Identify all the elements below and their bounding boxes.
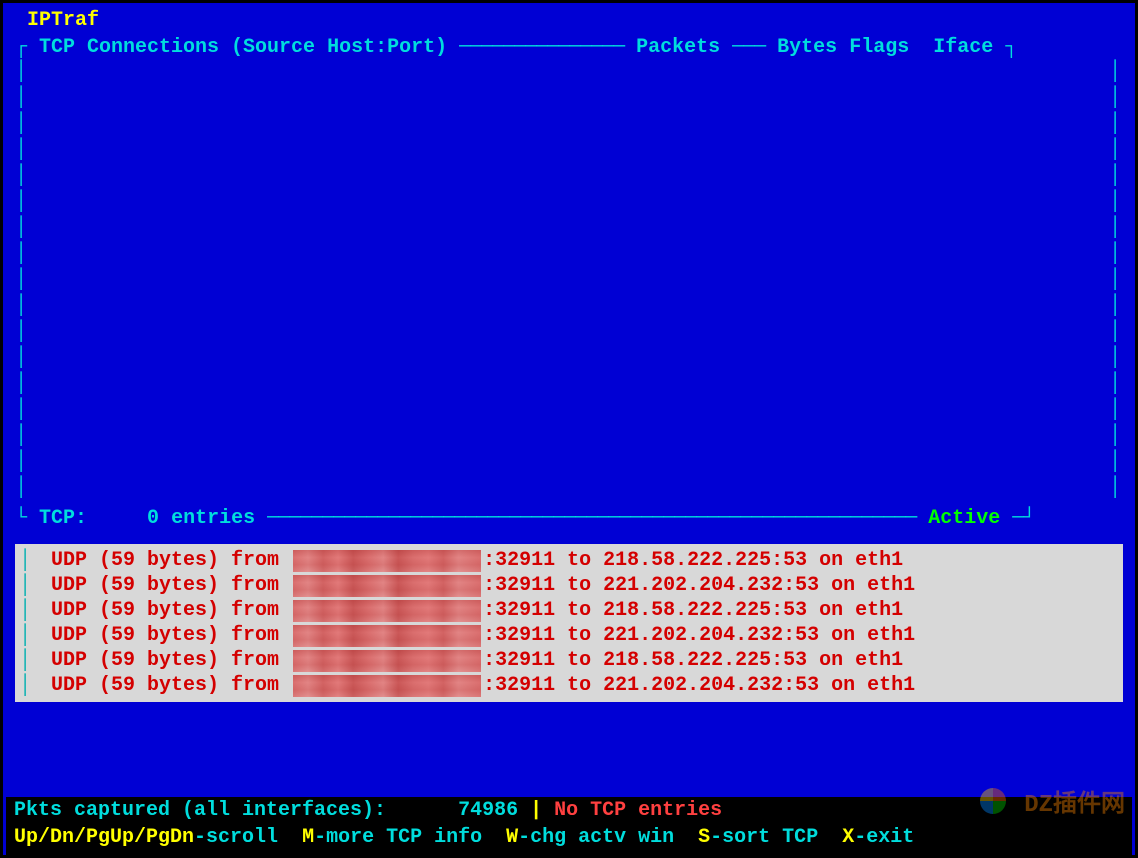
captured-label: Pkts captured (all interfaces):	[14, 799, 386, 822]
udp-pipe-icon: │	[15, 649, 39, 672]
tcp-entry-count: 0	[147, 507, 159, 530]
hotkey-bar: Up/Dn/PgUp/PgDn -scroll M -more TCP info…	[6, 824, 1132, 855]
corner-tr-icon: ┐	[1005, 36, 1017, 59]
right-border: │││││││││││││││││	[1109, 59, 1121, 501]
udp-suffix: :32911 to 221.202.204.232:53 on eth1	[483, 674, 915, 697]
udp-log-panel[interactable]: │ UDP (59 bytes) from :32911 to 218.58.2…	[15, 544, 1123, 702]
udp-prefix: UDP (59 bytes) from	[39, 599, 291, 622]
tcp-footer-label: TCP:	[27, 507, 147, 530]
no-tcp-label: No TCP entries	[554, 799, 722, 822]
udp-prefix: UDP (59 bytes) from	[39, 574, 291, 597]
udp-entry: │ UDP (59 bytes) from :32911 to 218.58.2…	[15, 648, 1123, 673]
captured-spacer	[386, 799, 458, 822]
tcp-header-label: TCP Connections (Source Host:Port)	[27, 36, 459, 59]
udp-entry: │ UDP (59 bytes) from :32911 to 221.202.…	[15, 573, 1123, 598]
corner-br-icon: ┘	[1023, 507, 1035, 530]
udp-prefix: UDP (59 bytes) from	[39, 674, 291, 697]
hotkey-more-label: -more TCP info	[314, 826, 506, 849]
hotkey-more[interactable]: M	[302, 826, 314, 849]
col-packets: Packets	[624, 36, 732, 59]
footer-line-end: ─	[1012, 507, 1023, 530]
terminal-window: IPTraf ┌ TCP Connections (Source Host:Po…	[3, 3, 1135, 855]
hotkey-win-label: -chg actv win	[518, 826, 698, 849]
udp-suffix: :32911 to 218.58.222.225:53 on eth1	[483, 549, 903, 572]
status-row-1: Pkts captured (all interfaces): 74986 | …	[6, 797, 1132, 824]
left-border: │││││││││││││││││	[15, 59, 27, 501]
redacted-ip	[293, 675, 481, 697]
udp-entry: │ UDP (59 bytes) from :32911 to 221.202.…	[15, 623, 1123, 648]
app-title: IPTraf	[3, 3, 1135, 36]
hotkey-exit[interactable]: X	[842, 826, 854, 849]
redacted-ip	[293, 625, 481, 647]
udp-entry: │ UDP (59 bytes) from :32911 to 218.58.2…	[15, 598, 1123, 623]
udp-prefix: UDP (59 bytes) from	[39, 549, 291, 572]
col-iface: Iface	[933, 36, 1005, 59]
hotkey-sort[interactable]: S	[698, 826, 710, 849]
tcp-footer-row: └ TCP: 0 entries ───────────────────────…	[15, 507, 1123, 530]
tcp-connections-panel: ┌ TCP Connections (Source Host:Port) ───…	[15, 36, 1123, 530]
udp-prefix: UDP (59 bytes) from	[39, 649, 291, 672]
udp-pipe-icon: │	[15, 674, 39, 697]
udp-suffix: :32911 to 221.202.204.232:53 on eth1	[483, 574, 915, 597]
udp-suffix: :32911 to 218.58.222.225:53 on eth1	[483, 649, 903, 672]
header-line-2: ───	[732, 36, 765, 59]
tcp-header-row: ┌ TCP Connections (Source Host:Port) ───…	[15, 36, 1123, 59]
hotkey-sort-label: -sort TCP	[710, 826, 842, 849]
udp-pipe-icon: │	[15, 574, 39, 597]
captured-count: 74986	[458, 799, 518, 822]
udp-pipe-icon: │	[15, 549, 39, 572]
header-line-1: ───────────────	[459, 36, 624, 59]
udp-suffix: :32911 to 221.202.204.232:53 on eth1	[483, 624, 915, 647]
active-label: Active	[916, 507, 1012, 530]
footer-line: ────────────────────────────────────────…	[267, 507, 916, 530]
tcp-body[interactable]: │││││││││││││││││ │││││││││││││││││	[15, 59, 1123, 499]
udp-pipe-icon: │	[15, 624, 39, 647]
corner-bl-icon: └	[15, 507, 27, 530]
udp-entry: │ UDP (59 bytes) from :32911 to 218.58.2…	[15, 548, 1123, 573]
corner-tl-icon: ┌	[15, 36, 27, 59]
hotkey-scroll[interactable]: Up/Dn/PgUp/PgDn	[14, 826, 194, 849]
hotkey-exit-label: -exit	[854, 826, 914, 849]
col-flags: Flags	[849, 36, 933, 59]
redacted-ip	[293, 650, 481, 672]
udp-suffix: :32911 to 218.58.222.225:53 on eth1	[483, 599, 903, 622]
udp-prefix: UDP (59 bytes) from	[39, 624, 291, 647]
tcp-entries-text: entries	[159, 507, 267, 530]
redacted-ip	[293, 550, 481, 572]
udp-pipe-icon: │	[15, 599, 39, 622]
udp-entry: │ UDP (59 bytes) from :32911 to 221.202.…	[15, 673, 1123, 698]
hotkey-scroll-label: -scroll	[194, 826, 302, 849]
redacted-ip	[293, 575, 481, 597]
hotkey-win[interactable]: W	[506, 826, 518, 849]
redacted-ip	[293, 600, 481, 622]
col-bytes: Bytes	[765, 36, 849, 59]
status-separator: |	[518, 799, 554, 822]
status-bar: Pkts captured (all interfaces): 74986 | …	[6, 797, 1132, 855]
